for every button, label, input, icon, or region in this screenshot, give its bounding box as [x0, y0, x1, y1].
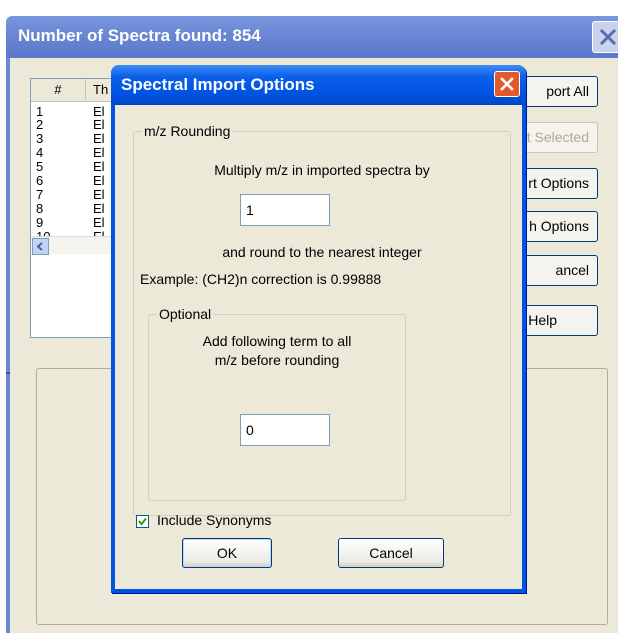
edge-mark: [6, 372, 10, 374]
dialog-title: Spectral Import Options: [121, 75, 315, 94]
ok-button[interactable]: OK: [182, 538, 272, 568]
outer-window-titlebar: Number of Spectra found: 854: [6, 16, 618, 58]
mz-rounding-group: m/z Rounding Multiply m/z in imported sp…: [133, 123, 511, 516]
row-type: El: [93, 145, 105, 160]
search-options-label: h Options: [529, 218, 589, 234]
round-text: and round to the nearest integer: [222, 244, 422, 260]
chevron-left-icon: [36, 242, 43, 251]
dialog-close-button[interactable]: [494, 71, 520, 97]
optional-line2: m/z before rounding: [214, 352, 340, 368]
row-number: 9: [36, 215, 44, 230]
include-synonyms-label[interactable]: Include Synonyms: [157, 512, 271, 528]
multiplier-input[interactable]: [241, 195, 329, 225]
import-options-label: rt Options: [528, 175, 589, 191]
row-type: El: [93, 117, 105, 132]
row-type: El: [93, 187, 105, 202]
include-synonyms-checkbox[interactable]: [136, 515, 149, 528]
row-type: El: [93, 159, 105, 174]
row-type: El: [93, 173, 105, 188]
row-number: 7: [36, 187, 44, 202]
checkmark-icon: [138, 517, 147, 526]
dialog-titlebar[interactable]: Spectral Import Options: [111, 65, 526, 105]
multiplier-field[interactable]: [240, 194, 330, 226]
optional-label: Optional: [157, 306, 214, 322]
row-number: 8: [36, 201, 44, 216]
row-type: El: [93, 131, 105, 146]
column-header-number[interactable]: #: [31, 79, 86, 100]
mz-rounding-label: m/z Rounding: [142, 123, 233, 139]
row-type: El: [93, 215, 105, 230]
import-selected-label: t Selected: [526, 129, 589, 145]
optional-line1: Add following term to all: [202, 333, 352, 349]
close-icon: [500, 77, 514, 91]
row-number: 3: [36, 131, 44, 146]
spectral-import-options-dialog: Spectral Import Options m/z Rounding Mul…: [111, 65, 526, 593]
row-number: 2: [36, 117, 44, 132]
outer-window-title: Number of Spectra found: 854: [18, 26, 261, 45]
help-label: Help: [528, 312, 557, 328]
term-input[interactable]: [241, 415, 329, 445]
row-number: 5: [36, 159, 44, 174]
column-header-type[interactable]: Th: [93, 79, 108, 100]
row-type: El: [93, 201, 105, 216]
optional-group: Optional Add following term to all m/z b…: [148, 306, 406, 501]
import-all-label: port All: [546, 83, 589, 99]
multiply-text: Multiply m/z in imported spectra by: [214, 162, 430, 178]
dialog-client-area: m/z Rounding Multiply m/z in imported sp…: [115, 105, 522, 589]
outer-close-button[interactable]: [592, 21, 618, 53]
scroll-left-button[interactable]: [32, 238, 49, 255]
row-number: 6: [36, 173, 44, 188]
example-text: Example: (CH2)n correction is 0.99888: [140, 271, 382, 287]
close-icon: [599, 28, 617, 46]
outer-cancel-label: ancel: [555, 262, 589, 278]
term-field[interactable]: [240, 414, 330, 446]
row-number: 4: [36, 145, 44, 160]
cancel-button[interactable]: Cancel: [338, 538, 444, 568]
